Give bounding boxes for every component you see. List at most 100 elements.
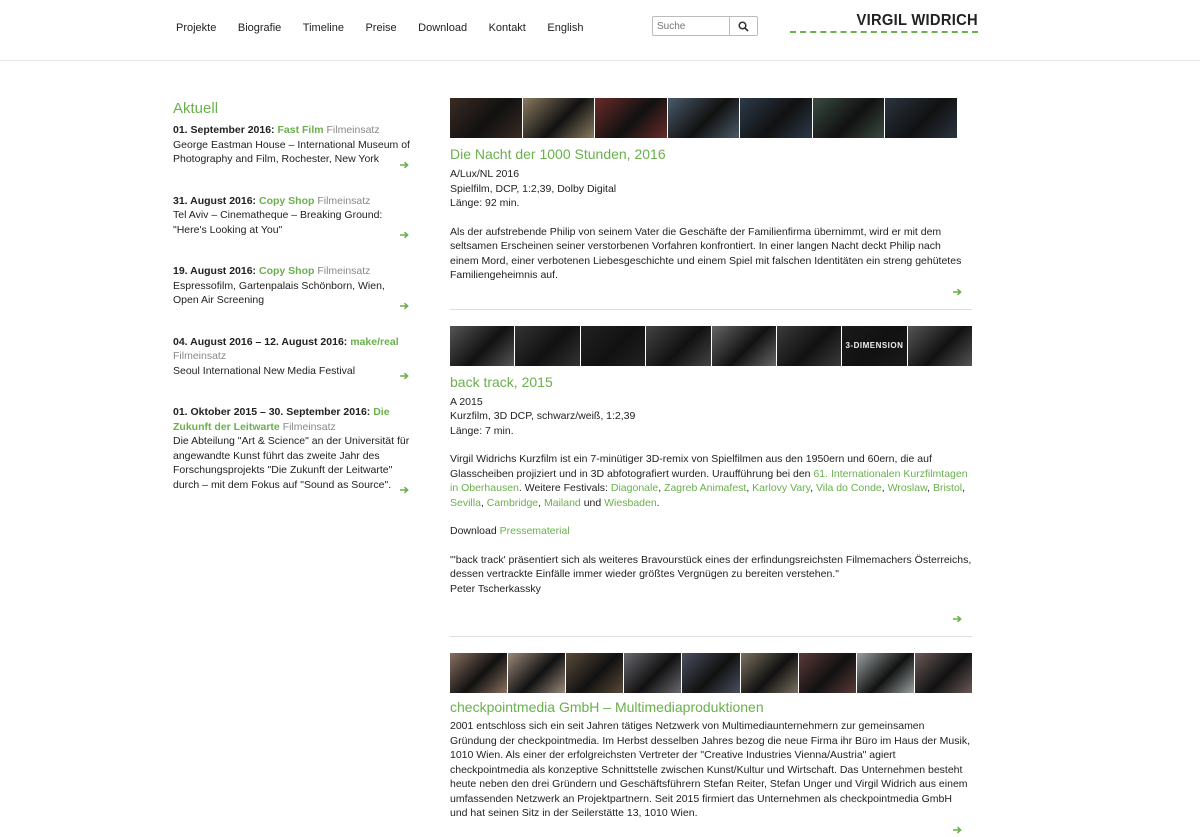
news-date: 19. August 2016: [173, 265, 257, 277]
arrow-right-icon[interactable] [953, 615, 963, 623]
news-tag: Filmeinsatz [317, 194, 371, 207]
festival-link[interactable]: Wiesbaden [604, 497, 657, 509]
sidebar-heading: Aktuell [173, 100, 219, 117]
project-meta: A/Lux/NL 2016 Spielfilm, DCP, 1:2,39, Do… [450, 167, 972, 211]
film-still: 3-DIMENSION [842, 325, 907, 366]
film-still [580, 325, 646, 366]
search-button[interactable] [730, 16, 758, 36]
logo-text: VIRGIL WIDRICH [856, 12, 978, 29]
festival-link[interactable]: Zagreb Animafest [664, 482, 746, 494]
film-still [624, 653, 682, 693]
project-meta: A 2015 Kurzfilm, 3D DCP, schwarz/weiß, 1… [450, 395, 972, 439]
film-still [914, 653, 972, 693]
download-line: Download Pressematerial [450, 524, 972, 539]
main-nav: Projekte Biografie Timeline Preise Downl… [176, 22, 605, 34]
arrow-right-icon[interactable] [953, 288, 963, 296]
news-tag: Filmeinsatz [282, 420, 336, 433]
press-material-link[interactable]: Pressematerial [500, 525, 570, 537]
logo-underline [790, 31, 978, 33]
film-still [682, 653, 740, 693]
nav-projekte[interactable]: Projekte [176, 22, 216, 34]
project-description: 2001 entschloss sich ein seit Jahren tät… [450, 720, 971, 819]
project-meta-line: A/Lux/NL 2016 [450, 168, 520, 180]
news-link[interactable]: make/real [350, 336, 398, 348]
site-header: Projekte Biografie Timeline Preise Downl… [0, 0, 1200, 61]
arrow-right-icon[interactable] [400, 486, 410, 494]
news-tag: Filmeinsatz [173, 350, 227, 362]
project-entry: 3-DIMENSION back track, 2015 A 2015 Kurz… [450, 325, 972, 637]
film-still [508, 653, 566, 693]
film-still [798, 653, 856, 693]
news-text: Die Abteilung "Art & Science" an der Uni… [173, 435, 410, 491]
film-still-strip[interactable] [450, 98, 972, 138]
frame-caption: 3-DIMENSION [845, 341, 904, 350]
festival-link[interactable]: Mailand [544, 497, 581, 509]
festival-link[interactable]: Diagonale [611, 482, 658, 494]
quote-author: Peter Tscherkassky [450, 582, 541, 595]
nav-timeline[interactable]: Timeline [303, 22, 344, 34]
festival-link[interactable]: Karlovy Vary [752, 482, 810, 494]
download-label: Download [450, 525, 497, 537]
arrow-right-icon[interactable] [400, 161, 410, 169]
site-logo[interactable]: VIRGIL WIDRICH [790, 12, 978, 34]
nav-biografie[interactable]: Biografie [238, 22, 281, 34]
divider [450, 636, 972, 637]
news-link[interactable]: Copy Shop [259, 195, 314, 207]
description-text: . Weitere Festivals: [518, 482, 611, 494]
project-quote: "'back track' präsentiert sich als weite… [450, 553, 972, 597]
news-date: 04. August 2016 – 12. August 2016: [173, 335, 348, 348]
news-item: 31. August 2016: Copy Shop Filmeinsatz T… [173, 194, 413, 239]
nav-kontakt[interactable]: Kontakt [489, 22, 526, 34]
arrow-right-icon[interactable] [400, 302, 410, 310]
news-item: 01. September 2016: Fast Film Filmeinsat… [173, 123, 413, 169]
film-still [646, 325, 711, 366]
festival-link[interactable]: Sevilla [450, 497, 481, 509]
project-title[interactable]: checkpointmedia GmbH – Multimediaprodukt… [450, 699, 972, 715]
film-still [740, 98, 812, 138]
project-description: Virgil Widrichs Kurzfilm ist ein 7-minüt… [450, 453, 968, 509]
search-icon [738, 20, 749, 32]
conjunction-text: und [583, 496, 602, 509]
news-item: 04. August 2016 – 12. August 2016: make/… [173, 335, 413, 380]
project-meta-line: Spielfilm, DCP, 1:2,39, Dolby Digital [450, 182, 617, 195]
festival-link[interactable]: Vila do Conde [816, 482, 882, 494]
news-date: 31. August 2016: [173, 194, 257, 207]
news-item: 01. Oktober 2015 – 30. September 2016: D… [173, 405, 413, 494]
film-still [667, 98, 739, 138]
nav-download[interactable]: Download [418, 22, 467, 34]
arrow-right-icon[interactable] [400, 372, 410, 380]
film-still [776, 325, 842, 366]
project-title[interactable]: back track, 2015 [450, 374, 972, 390]
news-item: 19. August 2016: Copy Shop Filmeinsatz E… [173, 264, 413, 310]
film-still [515, 325, 580, 366]
festival-link[interactable]: Bristol [933, 482, 962, 494]
project-meta-line: Länge: 7 min. [450, 424, 514, 437]
film-still [522, 98, 594, 138]
project-list: Die Nacht der 1000 Stunden, 2016 A/Lux/N… [450, 98, 972, 837]
film-still [740, 653, 798, 693]
project-entry: Die Nacht der 1000 Stunden, 2016 A/Lux/N… [450, 98, 972, 310]
project-title[interactable]: Die Nacht der 1000 Stunden, 2016 [450, 146, 972, 162]
news-date: 01. September 2016: [173, 124, 275, 136]
news-sidebar: Aktuell 01. September 2016: Fast Film Fi… [173, 100, 413, 519]
project-meta-line: Kurzfilm, 3D DCP, schwarz/weiß, 1:2,39 [450, 410, 636, 422]
project-meta-line: A 2015 [450, 395, 483, 408]
nav-english[interactable]: English [547, 22, 583, 34]
film-still [711, 325, 776, 366]
film-still [450, 325, 515, 366]
news-link[interactable]: Fast Film [277, 124, 323, 136]
film-still-strip[interactable]: 3-DIMENSION [450, 325, 972, 366]
search-input[interactable] [652, 16, 730, 36]
film-still-strip[interactable] [450, 653, 972, 693]
project-meta-line: Länge: 92 min. [450, 197, 520, 209]
divider [450, 308, 972, 310]
festival-link[interactable]: Cambridge [487, 497, 538, 509]
news-link[interactable]: Copy Shop [259, 265, 314, 277]
nav-preise[interactable]: Preise [365, 22, 396, 34]
film-still [595, 98, 667, 138]
news-tag: Filmeinsatz [326, 124, 380, 136]
festival-link[interactable]: Wroslaw [888, 482, 927, 494]
arrow-right-icon[interactable] [953, 826, 963, 834]
news-text: Tel Aviv – Cinematheque – Breaking Groun… [173, 209, 383, 236]
arrow-right-icon[interactable] [400, 231, 410, 239]
